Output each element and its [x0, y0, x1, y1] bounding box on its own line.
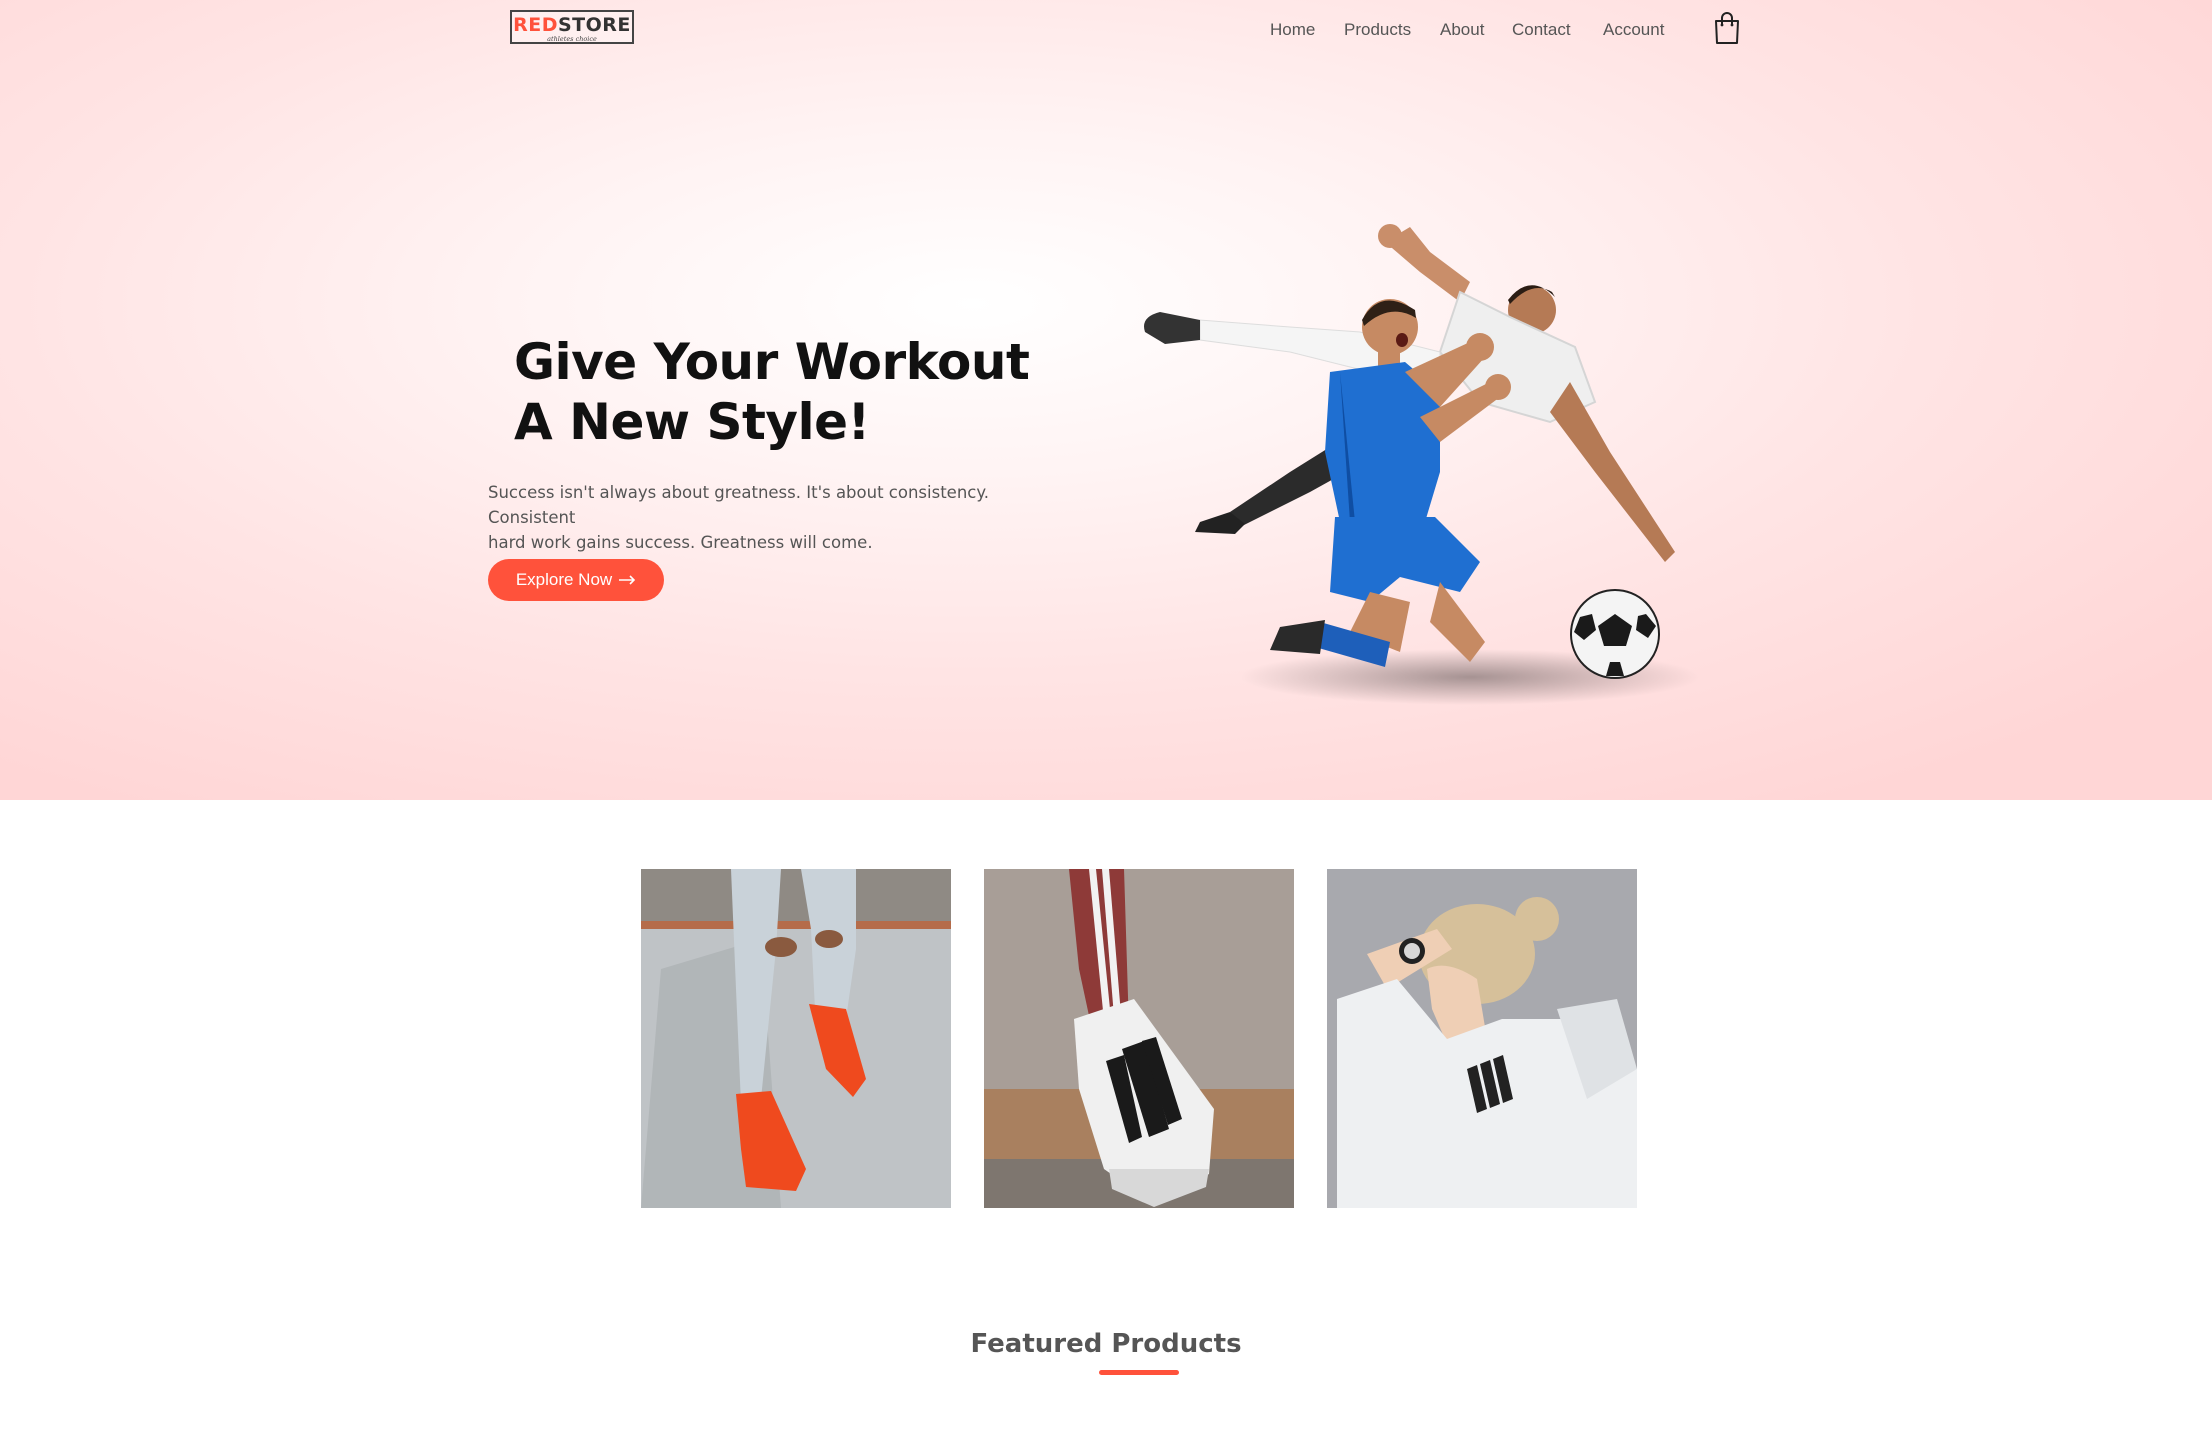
nav-item-account[interactable]: Account: [1603, 16, 1671, 44]
hero-description-line-1: Success isn't always about greatness. It…: [488, 483, 990, 527]
hero-section: REDSTORE athletes choice Home Products A…: [0, 0, 2212, 800]
nav-menu: Home Products About Contact Account: [1270, 16, 1671, 44]
cart-button[interactable]: [1713, 11, 1741, 45]
logo-dark-text: STORE: [557, 14, 631, 36]
logo-red-text: RED: [513, 14, 558, 36]
explore-now-label: Explore Now: [515, 570, 613, 589]
nav-item-contact[interactable]: Contact: [1512, 16, 1579, 44]
nav-item-about[interactable]: About: [1440, 16, 1488, 44]
logo-tagline: athletes choice: [547, 35, 597, 43]
category-sneakers-image: [641, 869, 951, 1208]
category-shoes-image: [984, 869, 1294, 1208]
hero-title-line-2: A New Style!: [514, 393, 870, 451]
category-hoodie-image: [1327, 869, 1637, 1208]
explore-now-button[interactable]: Explore Now: [488, 559, 664, 601]
hero-title: Give Your Workout A New Style!: [514, 332, 1114, 452]
navbar: REDSTORE athletes choice Home Products A…: [0, 0, 2212, 60]
arrow-right-icon: [619, 575, 636, 585]
hero-title-line-1: Give Your Workout: [514, 333, 1030, 391]
logo[interactable]: REDSTORE athletes choice: [510, 10, 634, 44]
category-image-sneakers[interactable]: [641, 869, 951, 1208]
nav-item-products[interactable]: Products: [1344, 16, 1416, 44]
hero-image: [1144, 224, 1700, 705]
shopping-bag-icon: [1715, 12, 1739, 44]
nav-item-home[interactable]: Home: [1270, 16, 1320, 44]
featured-title-underline: [1099, 1370, 1179, 1375]
hero-description: Success isn't always about greatness. It…: [488, 480, 1078, 555]
football-ball: [1570, 589, 1660, 679]
logo-wordmark: REDSTORE: [512, 14, 632, 36]
category-image-hoodie[interactable]: [1327, 869, 1637, 1208]
category-image-shoes[interactable]: [984, 869, 1294, 1208]
featured-products-title: Featured Products: [970, 1329, 1242, 1359]
hero-description-line-2: hard work gains success. Greatness will …: [488, 533, 873, 552]
